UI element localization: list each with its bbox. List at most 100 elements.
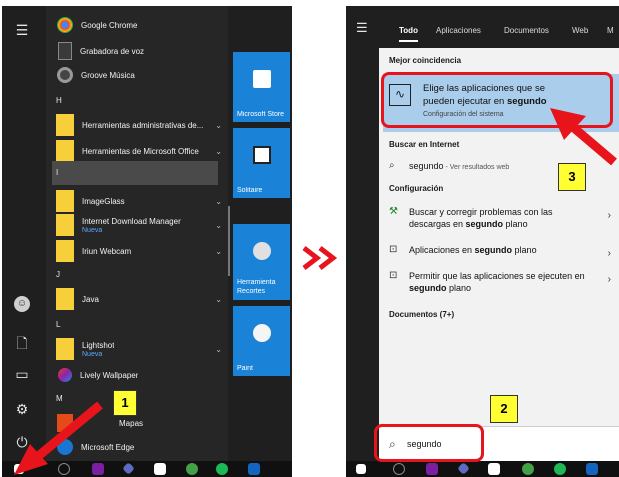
tile-label: Solitaire [237, 187, 263, 194]
cards-icon [253, 146, 271, 164]
store-taskbar-icon[interactable] [488, 463, 500, 475]
outlook-icon[interactable] [586, 463, 598, 475]
cortana-icon[interactable] [393, 463, 405, 475]
app-label: Iriun Webcam [82, 246, 132, 256]
search-tabs: Todo Aplicaciones Documentos Web M [379, 6, 619, 48]
documents-header[interactable]: Documentos (7+) [389, 310, 454, 319]
folder-icon [56, 214, 74, 236]
list-scrollbar[interactable] [228, 206, 230, 276]
android-icon[interactable] [186, 463, 198, 475]
outlook-icon[interactable] [248, 463, 260, 475]
spotify-icon[interactable] [554, 463, 566, 475]
config-header: Configuración [389, 184, 444, 193]
tile-solitaire[interactable]: Solitaire [233, 128, 290, 198]
app-diamond-icon[interactable] [457, 462, 470, 475]
tile-label: Herramienta Recortes [237, 279, 276, 295]
windows-start-icon[interactable] [356, 464, 366, 474]
red-arrow-best-match [550, 108, 617, 166]
chevron-down-icon[interactable]: ⌄ [215, 121, 222, 130]
app-iriun-webcam[interactable]: Iriun Webcam ⌄ [56, 238, 228, 264]
step-badge-2: 2 [490, 395, 518, 423]
app-grabadora-de-voz[interactable]: Grabadora de voz [56, 38, 228, 64]
chevron-down-icon[interactable]: ⌄ [215, 147, 222, 156]
new-badge: Nueva [82, 226, 103, 234]
spotify-icon[interactable] [216, 463, 228, 475]
highlight-row [52, 161, 218, 185]
hamburger-menu-icon[interactable]: ☰ [12, 20, 32, 40]
tile-microsoft-store[interactable]: Microsoft Store [233, 52, 290, 122]
best-match-header: Mejor coincidencia [389, 56, 462, 65]
background-apps-icon: ⊡ [389, 244, 398, 255]
tab-web[interactable]: Web [572, 26, 588, 35]
letter-header-j[interactable]: J [56, 270, 60, 279]
chevron-down-icon[interactable]: ⌄ [215, 221, 222, 230]
chevron-down-icon[interactable]: ⌄ [215, 247, 222, 256]
chevron-down-icon[interactable]: ⌄ [215, 295, 222, 304]
allow-apps-icon: ⊡ [389, 270, 398, 281]
tile-label: Microsoft Store [237, 111, 285, 118]
red-arrow-start [14, 401, 103, 475]
search-rail: ☰ [346, 6, 379, 461]
document-icon[interactable]: 🗋 [12, 333, 32, 353]
letter-header-h[interactable]: H [56, 96, 62, 105]
microphone-icon [58, 42, 72, 60]
config-result-text: Buscar y corregir problemas con las desc… [409, 207, 553, 229]
app-internet-download-manager[interactable]: Internet Download Manager Nueva ⌄ [56, 212, 228, 238]
chevron-right-icon[interactable]: › [608, 210, 611, 222]
folder-icon [56, 114, 74, 136]
taskbar [346, 461, 619, 477]
app-java[interactable]: Java ⌄ [56, 286, 228, 312]
chevron-right-icon[interactable]: › [608, 248, 611, 260]
tab-documentos[interactable]: Documentos [504, 26, 549, 35]
web-search-header: Buscar en Internet [389, 140, 460, 149]
palette-icon [253, 324, 271, 342]
tile-herramienta-recortes[interactable]: Herramienta Recortes [233, 224, 290, 300]
store-taskbar-icon[interactable] [154, 463, 166, 475]
pictures-icon[interactable]: ▭ [12, 364, 32, 384]
folder-icon [56, 240, 74, 262]
app-imageglass[interactable]: ImageGlass ⌄ [56, 188, 228, 214]
letter-header-l[interactable]: L [56, 320, 60, 329]
app-lightshot[interactable]: Lightshot Nueva ⌄ [56, 336, 228, 362]
hamburger-menu-icon[interactable]: ☰ [356, 20, 368, 36]
app-label: Java [82, 294, 99, 304]
tab-aplicaciones[interactable]: Aplicaciones [436, 26, 481, 35]
onenote-icon[interactable] [426, 463, 438, 475]
app-label: Herramientas de Microsoft Office [82, 146, 199, 156]
chevron-down-icon[interactable]: ⌄ [215, 197, 222, 206]
app-label: Grabadora de voz [80, 46, 145, 56]
double-chevron-right-icon [302, 246, 338, 270]
config-result-text: Permitir que las aplicaciones se ejecute… [409, 271, 585, 293]
app-label: Internet Download Manager [82, 216, 181, 226]
user-avatar-icon[interactable]: ☺ [14, 296, 30, 312]
app-label: Google Chrome [81, 20, 138, 30]
letter-header-i[interactable]: I [56, 168, 58, 177]
chevron-right-icon[interactable]: › [608, 274, 611, 286]
app-google-chrome[interactable]: Google Chrome [56, 12, 228, 38]
app-herramientas-administrativas[interactable]: Herramientas administrativas de... ⌄ [56, 112, 228, 138]
tab-more[interactable]: M [607, 26, 614, 35]
app-label: Lightshot [82, 340, 115, 350]
folder-icon [56, 190, 74, 212]
app-label: Herramientas administrativas de... [82, 120, 204, 130]
app-label: Groove Música [81, 70, 135, 80]
troubleshoot-icon: ⚒ [389, 206, 398, 217]
config-result-text: Aplicaciones en segundo plano [409, 245, 537, 255]
folder-icon [56, 288, 74, 310]
app-groove-musica[interactable]: Groove Música [56, 62, 228, 88]
lively-wallpaper-icon [58, 368, 72, 382]
app-label: ImageGlass [82, 196, 125, 206]
app-diamond-icon[interactable] [122, 462, 135, 475]
new-badge: Nueva [82, 350, 103, 358]
tab-todo[interactable]: Todo [399, 26, 418, 42]
tile-label: Paint [237, 365, 253, 372]
chevron-down-icon[interactable]: ⌄ [215, 345, 222, 354]
app-label: Lively Wallpaper [80, 370, 139, 380]
android-icon[interactable] [522, 463, 534, 475]
chrome-icon [57, 17, 73, 33]
scissors-icon [253, 242, 271, 260]
groove-music-icon [57, 67, 73, 83]
tile-paint[interactable]: Paint [233, 306, 290, 376]
app-list: Google Chrome Grabadora de voz Groove Mú… [46, 6, 228, 461]
app-lively-wallpaper[interactable]: Lively Wallpaper [56, 362, 228, 388]
